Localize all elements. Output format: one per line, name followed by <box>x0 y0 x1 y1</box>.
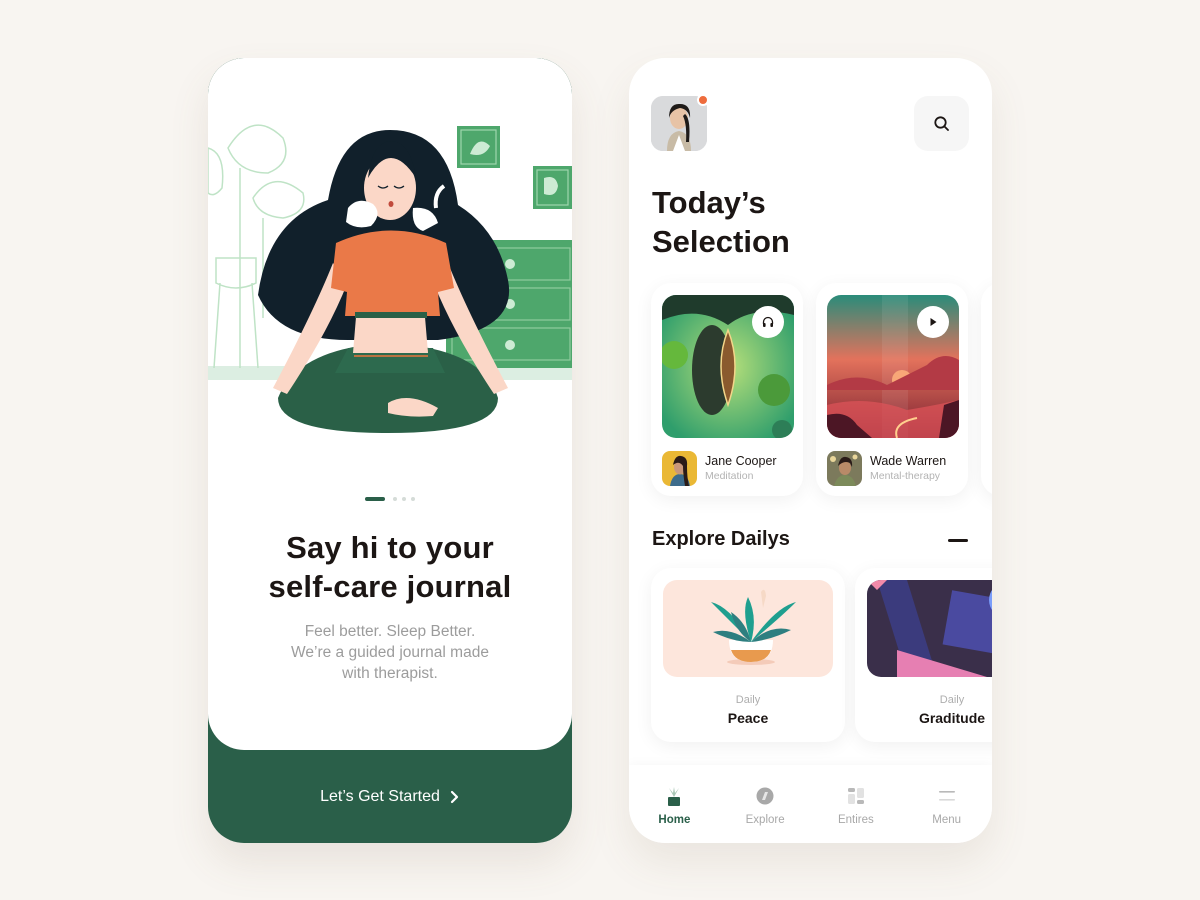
daily-label: Daily <box>735 694 761 706</box>
user-avatar[interactable] <box>651 94 709 151</box>
onboarding-title: Say hi to your self-care journal <box>208 528 572 606</box>
notification-dot <box>697 94 709 106</box>
pagination-dots[interactable] <box>208 497 572 501</box>
subtitle-line: Feel better. Sleep Better. <box>304 623 476 640</box>
home-screen: Today’s Selection Jane Cooper Meditation… <box>629 58 992 843</box>
daily-card[interactable]: Daily Peace <box>651 568 845 742</box>
selection-carousel[interactable]: Jane Cooper Meditation Wade Warren Menta… <box>651 283 992 498</box>
daily-thumbnail <box>663 580 833 677</box>
selection-card-partial[interactable] <box>981 283 992 496</box>
page-title: Today’s Selection <box>652 183 790 261</box>
daily-title: Graditude <box>918 710 986 726</box>
title-line: Say hi to your <box>286 530 494 565</box>
onboarding-screen: Say hi to your self-care journal Feel be… <box>208 58 572 843</box>
headphones-icon <box>762 316 774 327</box>
author-avatar <box>827 451 862 486</box>
dailys-carousel[interactable]: Daily Peace Daily Graditude <box>651 568 992 743</box>
tab-label: Menu <box>932 814 962 826</box>
page-dot[interactable] <box>393 497 397 501</box>
page-dot-active[interactable] <box>365 497 385 501</box>
chevron-right-icon <box>450 790 458 803</box>
author-name: Wade Warren <box>870 454 947 468</box>
search-icon <box>933 115 949 131</box>
author-name: Jane Cooper <box>705 454 777 468</box>
onboarding-subtitle: Feel better. Sleep Better. We’re a guide… <box>208 621 572 684</box>
selection-thumbnail <box>662 295 794 438</box>
session-category: Mental-therapy <box>870 470 941 482</box>
daily-title: Peace <box>727 710 769 726</box>
compass-icon <box>756 787 774 805</box>
daily-card[interactable]: Daily Graditude <box>855 568 992 742</box>
grid-icon <box>847 788 864 804</box>
get-started-label: Let’s Get Started <box>320 787 440 805</box>
daily-thumbnail <box>867 580 992 677</box>
selection-thumbnail <box>827 295 959 438</box>
tab-menu[interactable]: Menu <box>901 765 992 843</box>
tab-entires[interactable]: Entires <box>811 765 902 843</box>
title-line: Selection <box>652 224 790 259</box>
selection-card[interactable]: Jane Cooper Meditation <box>651 283 803 496</box>
meditation-illustration <box>208 124 572 433</box>
selection-card[interactable]: Wade Warren Mental-therapy <box>816 283 968 496</box>
tab-label: Home <box>658 814 691 826</box>
author-avatar <box>662 451 697 486</box>
explore-dailys-heading: Explore Dailys <box>652 528 790 550</box>
get-started-button[interactable]: Let’s Get Started <box>208 750 572 843</box>
play-button[interactable] <box>917 306 949 338</box>
onboarding-card: Say hi to your self-care journal Feel be… <box>208 58 572 750</box>
collapse-icon[interactable] <box>948 539 968 542</box>
daily-label: Daily <box>939 694 965 706</box>
page-dot[interactable] <box>411 497 415 501</box>
menu-icon <box>938 791 955 801</box>
play-icon <box>930 318 937 326</box>
tab-home[interactable]: Home <box>629 765 720 843</box>
page-dot[interactable] <box>402 497 406 501</box>
subtitle-line: with therapist. <box>342 665 438 682</box>
tab-label: Explore <box>745 814 785 826</box>
search-button[interactable] <box>914 96 969 151</box>
session-category: Meditation <box>705 470 754 482</box>
tab-label: Entires <box>837 814 874 826</box>
title-line: Today’s <box>652 185 766 220</box>
subtitle-line: We’re a guided journal made <box>291 644 489 661</box>
bottom-tab-bar: Home Explore Entires Menu <box>629 765 992 843</box>
tab-explore[interactable]: Explore <box>720 765 811 843</box>
title-line: self-care journal <box>268 569 512 604</box>
plant-icon <box>668 787 681 806</box>
listen-button[interactable] <box>752 306 784 338</box>
